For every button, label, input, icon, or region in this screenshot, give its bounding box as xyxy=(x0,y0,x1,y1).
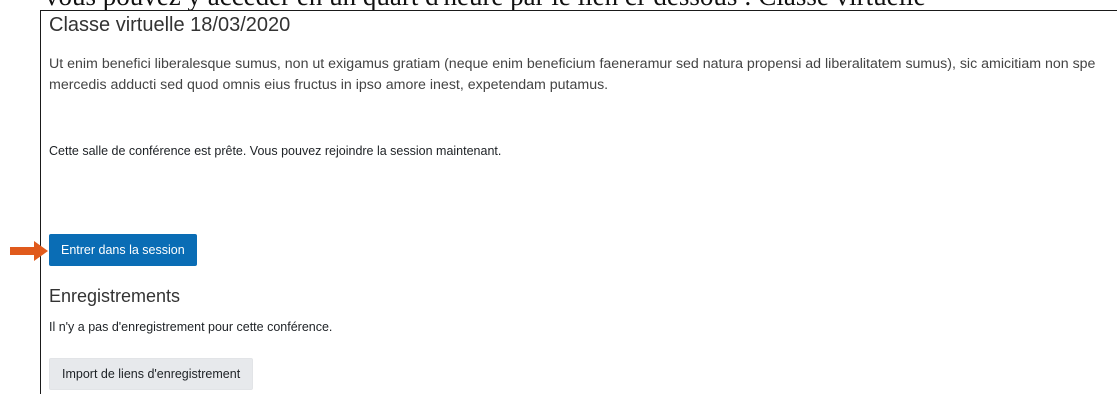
page-title: Classe virtuelle 18/03/2020 xyxy=(49,14,291,36)
recordings-heading: Enregistrements xyxy=(49,286,181,306)
arrow-right-icon xyxy=(10,241,48,261)
room-status-message: Cette salle de conférence est prête. Vou… xyxy=(49,144,502,158)
recordings-empty-message: Il n'y a pas d'enregistrement pour cette… xyxy=(49,320,333,334)
activity-description: Ut enim benefici liberalesque sumus, non… xyxy=(49,56,1096,93)
join-session-button[interactable]: Entrer dans la session xyxy=(49,234,197,266)
screenshot-stage: vous pouvez y accéder en un quart d'heur… xyxy=(0,0,1117,394)
import-recording-links-button[interactable]: Import de liens d'enregistrement xyxy=(49,358,254,390)
